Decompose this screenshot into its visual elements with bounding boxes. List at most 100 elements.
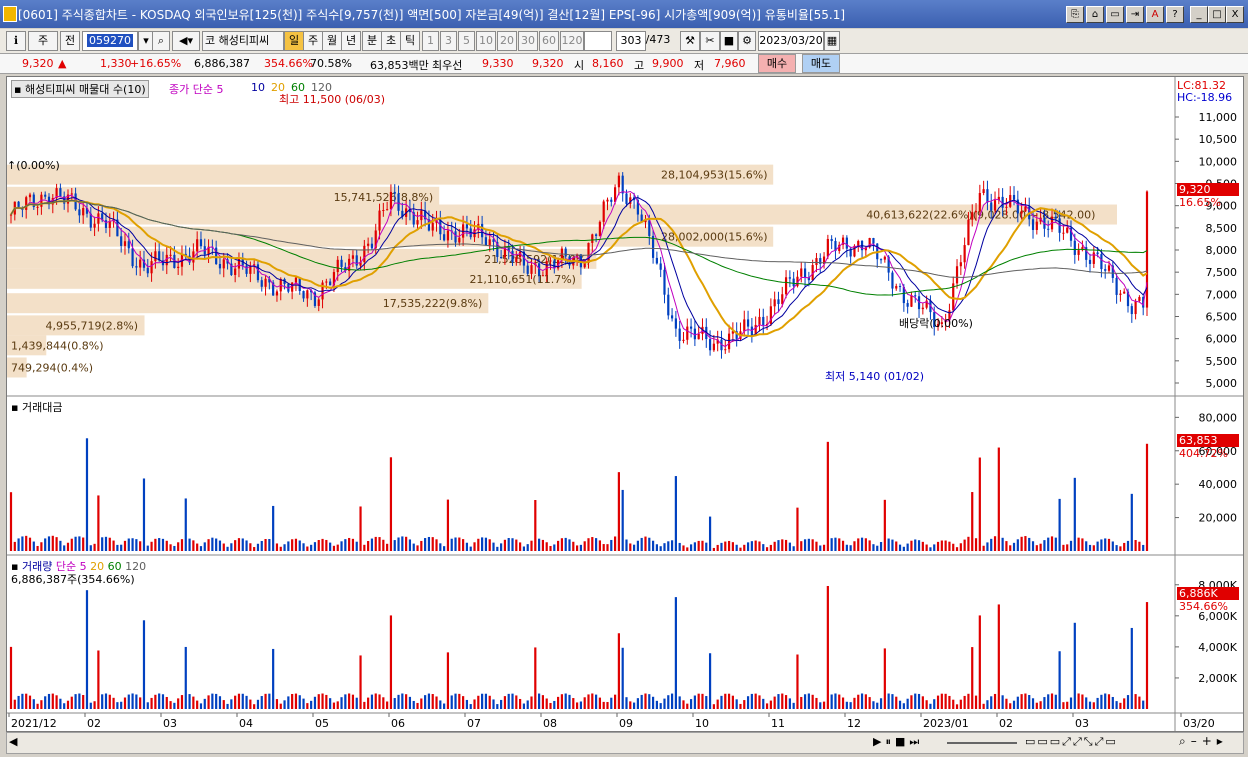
- volume-bar: [625, 697, 628, 709]
- gear-icon[interactable]: ⚙: [738, 31, 756, 51]
- period-day[interactable]: 일: [284, 31, 304, 51]
- price-tick-label: 8,500: [1206, 222, 1238, 235]
- prev-button[interactable]: 전: [60, 31, 80, 51]
- tool-icon[interactable]: ⚒: [680, 31, 700, 51]
- amount-bar: [1081, 538, 1084, 551]
- amount-bar: [397, 537, 400, 551]
- candle-body: [879, 259, 883, 261]
- pin-icon[interactable]: ⇥: [1126, 6, 1144, 23]
- interval-20[interactable]: 20: [497, 31, 517, 51]
- volume-bar: [674, 597, 677, 709]
- volume-bar: [1073, 622, 1076, 709]
- scroll-left-icon[interactable]: ◀: [9, 735, 17, 748]
- volume-bar: [1111, 696, 1114, 709]
- period-minute[interactable]: 분: [362, 31, 382, 51]
- candle-body: [750, 326, 753, 337]
- candle-body: [222, 259, 225, 269]
- amount-bar: [705, 542, 708, 551]
- minimize-button[interactable]: _: [1190, 6, 1208, 23]
- volume-bar: [1054, 694, 1057, 709]
- candle-body: [993, 200, 997, 211]
- code-input[interactable]: 059270: [87, 34, 133, 47]
- speaker-icon[interactable]: ◀▾: [172, 31, 200, 51]
- count-input[interactable]: 303: [616, 31, 646, 51]
- volume-bar: [17, 695, 20, 709]
- playback-controls[interactable]: ▶⏸■⏭: [873, 735, 923, 749]
- volume-bar: [397, 694, 400, 709]
- candle-body: [1134, 301, 1137, 315]
- volume-bar: [412, 700, 415, 709]
- amount-bar: [857, 538, 860, 551]
- scroll-bar[interactable]: ◀ ▶⏸■⏭ ▭▭▭⤢⤢⤡⤢▭ ⌕–+▸: [6, 732, 1244, 754]
- scissors-icon[interactable]: ✂: [700, 31, 720, 51]
- date-input[interactable]: 2023/03/20: [758, 31, 824, 51]
- volume-bar: [746, 696, 750, 709]
- candle-body: [872, 238, 875, 244]
- sell-button[interactable]: 매도: [802, 54, 840, 73]
- volume-bar: [116, 702, 119, 709]
- interval-120[interactable]: 120: [560, 31, 584, 51]
- volume-bar: [1062, 702, 1065, 709]
- volume-bar: [340, 697, 343, 709]
- volume-bar: [1031, 698, 1035, 709]
- period-month[interactable]: 월: [322, 31, 342, 51]
- link-icon[interactable]: ⎘: [1066, 6, 1084, 23]
- search-icon[interactable]: ⌕: [152, 31, 170, 51]
- amount-bar: [420, 540, 423, 551]
- candle-body: [910, 295, 913, 307]
- drawing-tools[interactable]: ▭▭▭⤢⤢⤡⤢▭: [1025, 735, 1118, 749]
- close-button[interactable]: X: [1226, 6, 1244, 23]
- interval-30[interactable]: 30: [518, 31, 538, 51]
- save-icon[interactable]: ■: [720, 31, 738, 51]
- info-icon[interactable]: ℹ: [6, 31, 26, 51]
- volume-bar: [898, 700, 902, 709]
- amount-bar: [32, 541, 35, 551]
- amount-bar: [150, 541, 153, 551]
- period-week[interactable]: 주: [303, 31, 323, 51]
- amount-bar: [1028, 537, 1031, 551]
- interval-5[interactable]: 5: [458, 31, 475, 51]
- volume-bar: [659, 703, 662, 709]
- maximize-button[interactable]: □: [1208, 6, 1226, 23]
- amount-bar: [610, 539, 613, 551]
- market-select[interactable]: 주: [28, 31, 58, 51]
- volume-bar: [211, 693, 214, 709]
- font-icon[interactable]: A: [1146, 6, 1164, 23]
- volume-bar: [47, 693, 51, 709]
- home-icon[interactable]: ⌂: [1086, 6, 1104, 23]
- buy-button[interactable]: 매수: [758, 54, 796, 73]
- period-tick[interactable]: 틱: [400, 31, 420, 51]
- interval-60[interactable]: 60: [539, 31, 559, 51]
- amount-bar: [298, 540, 301, 551]
- interval-10[interactable]: 10: [476, 31, 496, 51]
- volume-bar: [1039, 701, 1042, 709]
- zoom-buttons[interactable]: ⌕–+▸: [1179, 734, 1228, 749]
- interval-3[interactable]: 3: [440, 31, 457, 51]
- amount-bar: [473, 542, 476, 551]
- volume-bar: [632, 702, 636, 709]
- volume-tick-label: 4,000K: [1198, 641, 1237, 654]
- volume-bar: [13, 699, 16, 709]
- candle-body: [397, 193, 400, 211]
- amount-bar: [978, 457, 981, 551]
- chart-area[interactable]: 11,00010,50010,0009,5009,0008,5008,0007,…: [6, 76, 1244, 732]
- help-icon[interactable]: ?: [1166, 6, 1184, 23]
- period-year[interactable]: 년: [341, 31, 361, 51]
- amount-bar: [583, 541, 586, 551]
- amount-bar: [325, 539, 328, 551]
- volume-bar: [883, 648, 886, 709]
- window-icon[interactable]: ▭: [1106, 6, 1124, 23]
- interval-input[interactable]: [584, 31, 612, 51]
- amount-bar: [522, 546, 526, 551]
- zoom-slider[interactable]: [947, 742, 1017, 744]
- candle-body: [743, 319, 746, 332]
- calendar-icon[interactable]: ▦: [824, 31, 840, 51]
- amount-bar: [993, 536, 997, 551]
- candle-body: [697, 333, 700, 340]
- period-second[interactable]: 초: [381, 31, 401, 51]
- amount-bar: [488, 539, 491, 551]
- candle-body: [598, 221, 601, 236]
- volume-bar: [367, 697, 370, 709]
- amount-bar: [370, 538, 374, 551]
- interval-1[interactable]: 1: [422, 31, 439, 51]
